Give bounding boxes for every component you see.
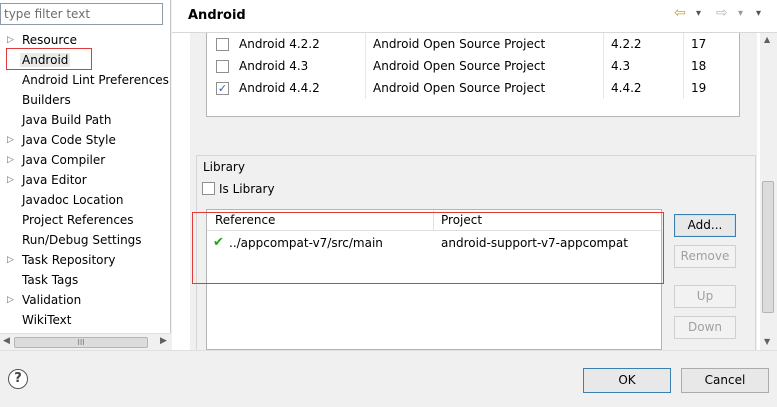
tree-item-label: Task Tags <box>22 273 79 287</box>
library-reference-table[interactable]: Reference Project ✔ ../appcompat-v7/src/… <box>206 209 662 350</box>
tree-item-label: Validation <box>22 293 82 307</box>
target-name: Android 4.4.2 <box>239 81 320 95</box>
table-row[interactable]: ✔ ../appcompat-v7/src/main android-suppo… <box>207 232 661 254</box>
scrollbar-thumb[interactable]: III <box>14 337 148 348</box>
valid-check-icon: ✔ <box>213 235 224 250</box>
tree-item-label: Run/Debug Settings <box>22 233 142 247</box>
android-properties-page: Android ⇦ ▾ ⇨ ▾ ▾ Android 4.2.2 Android … <box>172 0 777 351</box>
tree-item-task-tags[interactable]: Task Tags <box>0 270 171 290</box>
filter-input[interactable] <box>0 3 163 25</box>
tree-item-javadoc-location[interactable]: Javadoc Location <box>0 190 171 210</box>
expand-arrow-icon[interactable]: ▷ <box>7 30 14 50</box>
tree-item-label: Android <box>20 53 71 67</box>
tree-item-label: Java Editor <box>22 173 87 187</box>
up-button[interactable]: Up <box>674 285 736 308</box>
tree-horizontal-scrollbar[interactable]: ◀ III ▶ <box>0 333 171 350</box>
forward-arrow-icon[interactable]: ⇨ <box>716 5 728 21</box>
build-target-table[interactable]: Android 4.2.2 Android Open Source Projec… <box>206 33 740 117</box>
target-vendor: Android Open Source Project <box>373 37 546 51</box>
expand-arrow-icon[interactable]: ▷ <box>7 150 14 170</box>
expand-arrow-icon[interactable]: ▷ <box>7 130 14 150</box>
target-api: 19 <box>691 81 707 95</box>
target-api: 18 <box>691 59 707 73</box>
forward-menu-icon[interactable]: ▾ <box>738 8 743 19</box>
reference-project: android-support-v7-appcompat <box>441 236 628 250</box>
scroll-right-icon[interactable]: ▶ <box>160 336 167 346</box>
ok-button[interactable]: OK <box>583 368 671 393</box>
tree-item-label: Task Repository <box>22 253 116 267</box>
checkbox-box[interactable] <box>202 182 215 195</box>
tree-item-label: Java Build Path <box>22 113 112 127</box>
tree-item-java-compiler[interactable]: ▷ Java Compiler <box>0 150 171 170</box>
back-menu-icon[interactable]: ▾ <box>696 8 701 19</box>
help-icon[interactable]: ? <box>8 369 28 389</box>
page-content: Android 4.2.2 Android Open Source Projec… <box>190 33 757 351</box>
tree-item-java-editor[interactable]: ▷ Java Editor <box>0 170 171 190</box>
grip-icon: III <box>77 338 85 347</box>
page-title: Android <box>188 8 246 23</box>
target-checkbox[interactable] <box>216 60 229 73</box>
preference-tree: ▷ Resource Android Android Lint Preferen… <box>0 30 171 330</box>
library-group-title: Library <box>202 160 246 174</box>
tree-item-builders[interactable]: Builders <box>0 90 171 110</box>
down-button[interactable]: Down <box>674 316 736 339</box>
table-header: Reference Project <box>207 210 661 231</box>
tree-item-android[interactable]: Android <box>0 50 171 70</box>
tree-item-label: Java Code Style <box>22 133 116 147</box>
page-vertical-scrollbar[interactable]: ▲ ▼ <box>760 33 777 350</box>
tree-item-run-debug-settings[interactable]: Run/Debug Settings <box>0 230 171 250</box>
column-header-project[interactable]: Project <box>441 210 482 231</box>
scroll-up-icon[interactable]: ▲ <box>764 35 770 44</box>
table-row[interactable]: Android 4.3 Android Open Source Project … <box>207 55 739 77</box>
tree-item-android-lint-preferences[interactable]: Android Lint Preferences <box>0 70 171 90</box>
expand-arrow-icon[interactable]: ▷ <box>7 170 14 190</box>
tree-item-label: Java Compiler <box>22 153 106 167</box>
target-checkbox[interactable]: ✓ <box>216 82 229 95</box>
view-menu-icon[interactable]: ▾ <box>756 8 761 19</box>
is-library-label: Is Library <box>219 182 275 196</box>
tree-item-wikitext[interactable]: WikiText <box>0 310 171 330</box>
target-platform: 4.3 <box>611 59 631 73</box>
remove-button[interactable]: Remove <box>674 245 736 268</box>
target-api: 17 <box>691 37 707 51</box>
table-row[interactable]: Android 4.2.2 Android Open Source Projec… <box>207 33 739 55</box>
target-vendor: Android Open Source Project <box>373 81 546 95</box>
tree-item-task-repository[interactable]: ▷ Task Repository <box>0 250 171 270</box>
target-name: Android 4.2.2 <box>239 37 320 51</box>
target-vendor: Android Open Source Project <box>373 59 546 73</box>
add-button[interactable]: Add... <box>674 214 736 237</box>
table-row[interactable]: ✓ Android 4.4.2 Android Open Source Proj… <box>207 77 739 99</box>
tree-item-label: WikiText <box>22 313 72 327</box>
column-header-reference[interactable]: Reference <box>215 210 275 231</box>
reference-path: ../appcompat-v7/src/main <box>229 236 383 250</box>
expand-arrow-icon[interactable]: ▷ <box>7 250 14 270</box>
column-divider <box>433 210 434 231</box>
tree-item-label: Android Lint Preferences <box>22 73 169 87</box>
preference-tree-pane: ▷ Resource Android Android Lint Preferen… <box>0 0 171 350</box>
scroll-left-icon[interactable]: ◀ <box>3 336 10 346</box>
target-checkbox[interactable] <box>216 38 229 51</box>
scroll-down-icon[interactable]: ▼ <box>764 337 770 346</box>
target-platform: 4.2.2 <box>611 37 642 51</box>
target-name: Android 4.3 <box>239 59 309 73</box>
tree-item-resource[interactable]: ▷ Resource <box>0 30 171 50</box>
tree-item-java-build-path[interactable]: Java Build Path <box>0 110 171 130</box>
scrollbar-thumb[interactable] <box>762 181 774 313</box>
tree-item-validation[interactable]: ▷ Validation <box>0 290 171 310</box>
tree-item-java-code-style[interactable]: ▷ Java Code Style <box>0 130 171 150</box>
tree-item-label: Builders <box>22 93 71 107</box>
target-platform: 4.4.2 <box>611 81 642 95</box>
tree-item-label: Project References <box>22 213 134 227</box>
cancel-button[interactable]: Cancel <box>681 368 769 393</box>
back-arrow-icon[interactable]: ⇦ <box>674 5 686 21</box>
dialog-button-separator <box>0 350 777 351</box>
tree-item-label: Javadoc Location <box>22 193 124 207</box>
tree-item-label: Resource <box>22 33 78 47</box>
expand-arrow-icon[interactable]: ▷ <box>7 290 14 310</box>
tree-item-project-references[interactable]: Project References <box>0 210 171 230</box>
